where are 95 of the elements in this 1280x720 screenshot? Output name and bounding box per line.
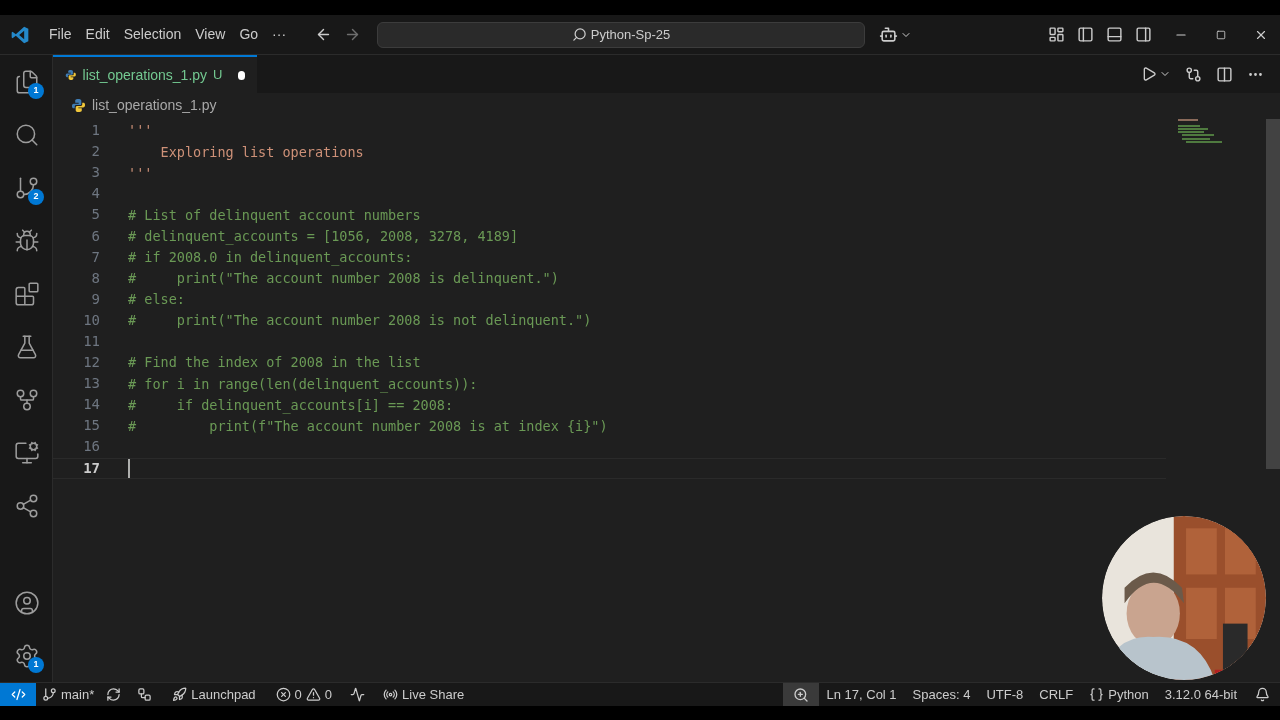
line-number: 5: [90, 205, 100, 225]
bug-icon: [13, 227, 40, 254]
activity-bar-item[interactable]: 1: [0, 55, 53, 108]
zoom-icon: [792, 686, 809, 703]
play-icon: [1141, 66, 1157, 82]
code-line: # print("The account number 2008 is delinquent."): [128, 269, 559, 289]
code-line: ''': [128, 163, 153, 183]
code-line: # for i in range(len(delinquent_accounts)):: [128, 374, 478, 394]
warning-icon: [305, 687, 321, 702]
code-line: # if delinquent_accounts[i] == 2008:: [128, 395, 454, 415]
line-number: 14: [82, 395, 100, 415]
copilot-button[interactable]: [879, 25, 913, 44]
menu-item[interactable]: File: [42, 24, 79, 45]
code-line: # List of delinquent account numbers: [128, 205, 421, 225]
activity-bar-item[interactable]: 2: [0, 161, 53, 214]
line-number: 12: [82, 353, 100, 373]
error-icon: [275, 687, 291, 702]
status-item[interactable]: Ln 17, Col 1: [818, 683, 905, 706]
code-line: # Find the index of 2008 in the list: [128, 353, 421, 373]
line-number: 10: [82, 310, 100, 330]
tab-title: list_operations_1.py: [82, 65, 208, 85]
menu-item[interactable]: Selection: [116, 24, 189, 45]
line-number: 9: [90, 289, 100, 309]
python-icon: [71, 97, 86, 113]
branch-button[interactable]: main*: [36, 683, 101, 706]
menu-item[interactable]: ···: [265, 24, 294, 45]
line-number: 3: [90, 163, 100, 183]
menu-item[interactable]: Edit: [78, 24, 117, 45]
run-button[interactable]: [1141, 66, 1171, 82]
tab-status: U: [213, 66, 223, 85]
settings-icon: [13, 642, 40, 669]
search-icon: [571, 27, 587, 42]
compare-icon[interactable]: [1185, 65, 1202, 83]
badge: 1: [28, 83, 44, 99]
line-number: 11: [82, 332, 100, 351]
language-button[interactable]: Python: [1081, 683, 1157, 706]
scrollbar[interactable]: [1266, 119, 1280, 469]
code-line: # print(f"The account number 2008 is at index {i}"): [128, 416, 608, 436]
status-item[interactable]: UTF-8: [978, 683, 1032, 706]
code-line: ''': [128, 121, 153, 141]
breadcrumb[interactable]: list_operations_1.py: [53, 93, 1280, 117]
line-number: 4: [90, 184, 100, 204]
badge: 1: [28, 657, 44, 673]
launchpad-button[interactable]: Launchpad: [162, 683, 266, 706]
python-icon: [65, 67, 77, 83]
line-number: 15: [82, 416, 100, 436]
live-share-icon: [383, 687, 399, 702]
status-item[interactable]: 3.12.0 64-bit: [1156, 683, 1245, 706]
line-number: 8: [90, 268, 100, 288]
files-icon: [13, 68, 40, 95]
code-line: # else:: [128, 290, 185, 310]
braces-icon: [1089, 687, 1105, 702]
menu-item[interactable]: View: [188, 24, 233, 45]
code-line: # print("The account number 2008 is not delinquent."): [128, 311, 592, 331]
line-number: 1: [90, 121, 100, 141]
code-line: # delinquent_accounts = [1056, 2008, 3278, 4189]: [128, 226, 519, 247]
maximize-icon[interactable]: [1216, 29, 1226, 40]
rocket-icon: [172, 687, 188, 702]
bell-icon: [1255, 687, 1270, 702]
panel-left-icon[interactable]: [1077, 26, 1094, 43]
panel-right-icon[interactable]: [1135, 26, 1152, 43]
run-icon: [350, 687, 366, 702]
problems-button[interactable]: 0 0: [265, 683, 343, 706]
remote-button[interactable]: [0, 683, 36, 706]
text-cursor: [128, 458, 130, 478]
menu-item[interactable]: Go: [232, 24, 266, 45]
account-icon: [13, 589, 40, 616]
code-line: Exploring list operations: [159, 142, 364, 162]
sync-icon: [106, 687, 122, 702]
search-field[interactable]: Python-Sp-25: [377, 21, 866, 48]
fork-icon: [13, 386, 40, 413]
code-line: # if 2008.0 in delinquent_accounts:: [128, 248, 413, 268]
badge: 2: [28, 189, 44, 205]
zoom-button[interactable]: [782, 683, 819, 706]
activity-bar-item[interactable]: 1: [0, 629, 53, 682]
status-item[interactable]: CRLF: [1031, 683, 1082, 706]
layout-icon[interactable]: [1048, 26, 1065, 43]
graph-icon: [137, 687, 153, 702]
robot-icon: [879, 25, 899, 44]
live-share-button[interactable]: Live Share: [373, 683, 475, 706]
panel-bottom-icon[interactable]: [1106, 26, 1123, 43]
line-number: 13: [82, 374, 100, 394]
monitor-gear-icon: [13, 439, 40, 466]
app-logo-icon: [10, 24, 30, 45]
line-number: 16: [82, 437, 100, 457]
branch-icon: [42, 687, 57, 702]
editor-tab[interactable]: list_operations_1.py U: [53, 55, 257, 93]
remote-icon: [10, 687, 26, 702]
blocks-icon: [13, 280, 40, 307]
line-number: 17: [82, 458, 100, 478]
line-number: 7: [90, 247, 100, 267]
split-editor-icon[interactable]: [1216, 65, 1233, 83]
status-item[interactable]: Spaces: 4: [904, 683, 979, 706]
line-number: 2: [90, 142, 100, 162]
line-number: 6: [90, 226, 100, 246]
